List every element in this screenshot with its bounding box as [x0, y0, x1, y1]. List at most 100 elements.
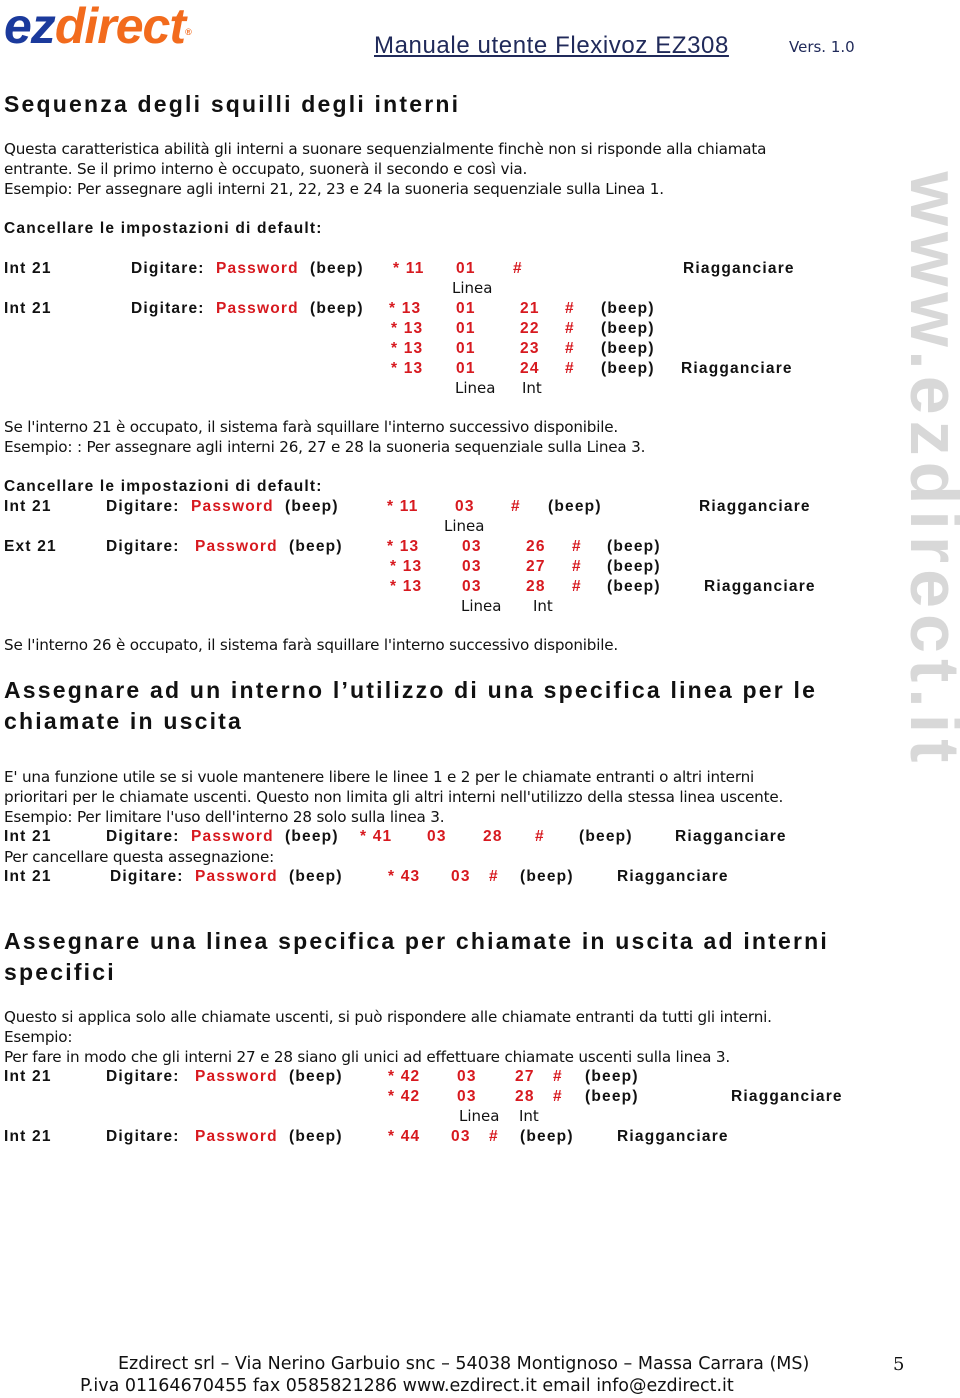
password-text: Password — [195, 1068, 278, 1085]
line-label: Linea — [459, 1107, 500, 1125]
extension-number: 24 — [520, 360, 540, 377]
code-text: * 43 — [388, 868, 421, 885]
extension-number: 27 — [515, 1068, 535, 1085]
beep-text: (beep) — [310, 300, 364, 317]
paragraph-line: Esempio: — [4, 1028, 73, 1046]
extension-label: Int 21 — [4, 828, 52, 845]
beep-text: (beep) — [601, 340, 655, 357]
manual-title: Manuale utente Flexivoz EZ308 — [374, 32, 729, 59]
code-text: * 13 — [390, 578, 423, 595]
beep-text: (beep) — [585, 1068, 639, 1085]
code-text: * 41 — [360, 828, 393, 845]
int-label: Int — [522, 379, 542, 397]
hash-symbol: # — [572, 558, 582, 575]
code-text: * 13 — [391, 360, 424, 377]
line-number: 03 — [427, 828, 447, 845]
line-number: 03 — [462, 558, 482, 575]
paragraph-line: entrante. Se il primo interno è occupato… — [4, 160, 528, 178]
beep-text: (beep) — [601, 300, 655, 317]
logo-direct: direct — [54, 0, 186, 54]
extension-label: Int 21 — [4, 300, 52, 317]
paragraph-line: Questa caratteristica abilità gli intern… — [4, 140, 767, 158]
line-label: Linea — [455, 379, 496, 397]
beep-text: (beep) — [520, 1128, 574, 1145]
hash-symbol: # — [511, 498, 521, 515]
beep-text: (beep) — [607, 578, 661, 595]
password-text: Password — [195, 1128, 278, 1145]
line-number: 03 — [457, 1068, 477, 1085]
code-text: * 13 — [387, 538, 420, 555]
extension-label: Int 21 — [4, 868, 52, 885]
subheading: Cancellare le impostazioni di default: — [4, 220, 323, 237]
password-text: Password — [195, 538, 278, 555]
watermark: www.ezdirect.it — [896, 80, 960, 860]
subheading: Cancellare le impostazioni di default: — [4, 478, 323, 495]
hangup-text: Riagganciare — [704, 578, 816, 595]
extension-label: Int 21 — [4, 1128, 52, 1145]
digit-label: Digitare: — [110, 868, 184, 885]
line-number: 01 — [456, 320, 476, 337]
line-number: 03 — [457, 1088, 477, 1105]
hash-symbol: # — [489, 1128, 499, 1145]
hash-symbol: # — [572, 578, 582, 595]
hangup-text: Riagganciare — [683, 260, 795, 277]
beep-text: (beep) — [579, 828, 633, 845]
extension-label: Ext 21 — [4, 538, 57, 555]
extension-number: 27 — [526, 558, 546, 575]
line-number: 03 — [462, 578, 482, 595]
line-number: 01 — [456, 360, 476, 377]
hangup-text: Riagganciare — [699, 498, 811, 515]
password-text: Password — [216, 300, 299, 317]
beep-text: (beep) — [601, 360, 655, 377]
footer-contacts: P.iva 01164670455 fax 0585821286 www.ezd… — [80, 1376, 734, 1396]
line-label: Linea — [461, 597, 502, 615]
beep-text: (beep) — [548, 498, 602, 515]
hangup-text: Riagganciare — [617, 868, 729, 885]
manual-version: Vers. 1.0 — [789, 38, 855, 56]
code-text: * 42 — [388, 1068, 421, 1085]
beep-text: (beep) — [520, 868, 574, 885]
password-text: Password — [195, 868, 278, 885]
hash-symbol: # — [565, 360, 575, 377]
beep-text: (beep) — [289, 538, 343, 555]
hash-symbol: # — [535, 828, 545, 845]
section-title: Assegnare una linea specifica per chiama… — [4, 928, 830, 954]
digit-label: Digitare: — [131, 260, 205, 277]
code-text: * 11 — [393, 260, 425, 277]
hangup-text: Riagganciare — [731, 1088, 843, 1105]
code-text: * 13 — [390, 558, 423, 575]
digit-label: Digitare: — [106, 538, 180, 555]
paragraph-line: prioritari per le chiamate uscenti. Ques… — [4, 788, 784, 806]
line-number: 01 — [456, 340, 476, 357]
code-text: * 13 — [391, 340, 424, 357]
hash-symbol: # — [565, 340, 575, 357]
hash-symbol: # — [565, 300, 575, 317]
beep-text: (beep) — [285, 828, 339, 845]
extension-number: 28 — [483, 828, 503, 845]
section-title: Assegnare ad un interno l’utilizzo di un… — [4, 677, 818, 703]
beep-text: (beep) — [607, 558, 661, 575]
page-number: 5 — [893, 1354, 905, 1375]
hangup-text: Riagganciare — [675, 828, 787, 845]
hash-symbol: # — [572, 538, 582, 555]
beep-text: (beep) — [585, 1088, 639, 1105]
code-text: * 44 — [388, 1128, 421, 1145]
beep-text: (beep) — [310, 260, 364, 277]
hash-symbol: # — [489, 868, 499, 885]
line-number: 01 — [456, 260, 476, 277]
hangup-text: Riagganciare — [681, 360, 793, 377]
paragraph-line: Se l'interno 21 è occupato, il sistema f… — [4, 418, 619, 436]
line-number: 01 — [456, 300, 476, 317]
paragraph-line: Esempio: Per limitare l'uso dell'interno… — [4, 808, 445, 826]
beep-text: (beep) — [607, 538, 661, 555]
code-text: * 13 — [391, 320, 424, 337]
beep-text: (beep) — [289, 1068, 343, 1085]
int-label: Int — [533, 597, 553, 615]
line-number: 03 — [462, 538, 482, 555]
hash-symbol: # — [513, 260, 523, 277]
watermark-text: www.ezdirect.it — [896, 171, 960, 769]
hash-symbol: # — [553, 1088, 563, 1105]
line-number: 03 — [455, 498, 475, 515]
line-number: 03 — [451, 868, 471, 885]
int-label: Int — [519, 1107, 539, 1125]
